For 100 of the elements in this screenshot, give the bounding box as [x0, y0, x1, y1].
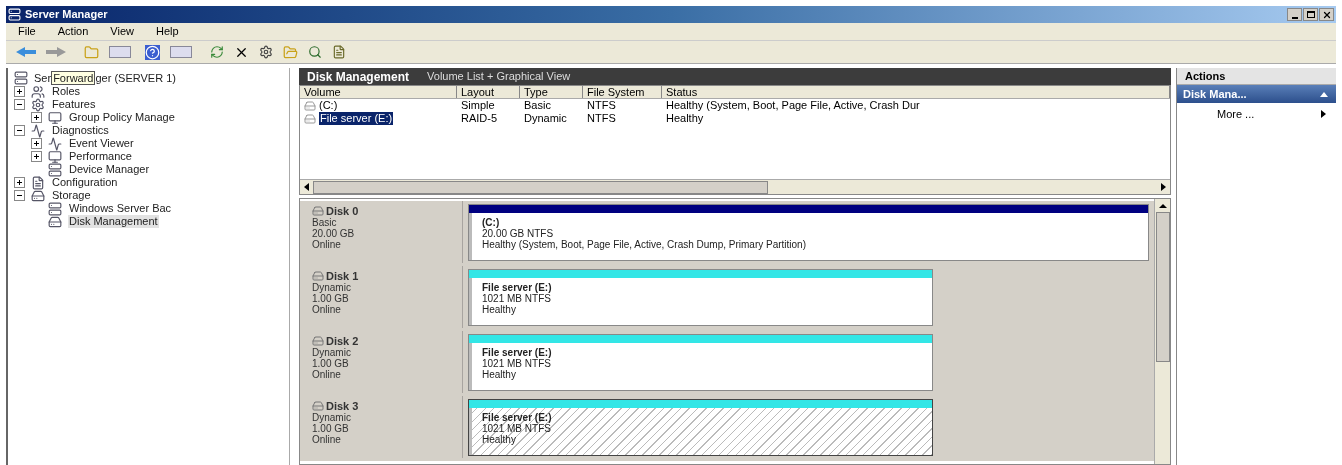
partition-block[interactable]: (C:) 20.00 GB NTFS Healthy (System, Boot, Page File, Active, Crash Dump, Primary Partition): [468, 204, 1149, 261]
partition-name: File server (E:): [482, 412, 553, 423]
disk-size: 20.00 GB: [312, 228, 356, 239]
disk-state: Online: [312, 304, 342, 315]
partition-block[interactable]: File server (E:) 1021 MB NTFS Healthy: [468, 399, 933, 456]
document-icon[interactable]: [332, 45, 346, 59]
actions-title: Actions: [1185, 68, 1226, 84]
column-header[interactable]: Layout: [457, 86, 520, 98]
table-cell: Simple: [461, 99, 495, 112]
expand-icon[interactable]: [31, 151, 42, 162]
tree-item[interactable]: Storage: [51, 189, 92, 202]
more-actions-item[interactable]: More ...: [1177, 105, 1336, 123]
partition-size: 20.00 GB NTFS: [482, 228, 555, 239]
partition-status: Healthy: [482, 369, 517, 380]
collapse-icon[interactable]: [14, 125, 25, 136]
collapse-icon[interactable]: [14, 99, 25, 110]
tree-item[interactable]: Event Viewer: [68, 137, 135, 150]
vertical-scrollbar[interactable]: [1154, 199, 1170, 464]
panel-subtitle: Volume List + Graphical View: [427, 69, 571, 85]
search-icon[interactable]: [308, 45, 322, 59]
actions-section-header[interactable]: Disk Mana...: [1177, 85, 1336, 103]
disk-name: Disk 1: [326, 270, 359, 282]
pane-icon[interactable]: [170, 46, 192, 58]
document-icon: [31, 175, 45, 190]
tree-item[interactable]: Diagnostics: [51, 124, 110, 137]
column-header[interactable]: Volume: [300, 86, 457, 98]
tooltip: Forward: [51, 71, 96, 85]
disk-name: Disk 2: [326, 335, 359, 347]
menu-item[interactable]: Action: [57, 23, 89, 40]
table-cell: Dynamic: [524, 112, 567, 125]
partition-name: (C:): [482, 217, 500, 228]
expand-icon[interactable]: [14, 86, 25, 97]
refresh-icon[interactable]: [210, 45, 224, 59]
server-icon: [8, 8, 21, 21]
submenu-arrow-icon: [1321, 110, 1326, 118]
partition-status: Healthy (System, Boot, Page File, Active, Crash Dump, Primary Partition): [482, 239, 807, 250]
disk-type: Dynamic: [312, 412, 352, 423]
table-cell[interactable]: File server (E:): [319, 112, 394, 125]
scroll-right-icon: [1161, 183, 1166, 191]
pane-icon[interactable]: [109, 46, 131, 58]
scroll-up-icon: [1158, 204, 1167, 208]
table-cell: Healthy (System, Boot, Page File, Active, Crash Dur: [666, 99, 920, 112]
expand-icon[interactable]: [31, 112, 42, 123]
column-header[interactable]: File System: [583, 86, 662, 98]
tree-item[interactable]: Performance: [68, 150, 133, 163]
gear-icon: [31, 97, 45, 112]
tree-item[interactable]: Roles: [51, 85, 82, 98]
partition-status: Healthy: [482, 434, 517, 445]
partition-block[interactable]: File server (E:) 1021 MB NTFS Healthy: [468, 269, 933, 326]
column-header[interactable]: Status: [662, 86, 1170, 98]
partition-block[interactable]: File server (E:) 1021 MB NTFS Healthy: [468, 334, 933, 391]
help-icon[interactable]: [145, 44, 160, 60]
menu-item[interactable]: File: [18, 23, 36, 40]
disk-size: 1.00 GB: [312, 423, 349, 434]
disk-size: 1.00 GB: [312, 293, 349, 304]
partition-size: 1021 MB NTFS: [482, 423, 552, 434]
disk-state: Online: [312, 434, 342, 445]
tree-item[interactable]: Features: [51, 98, 97, 111]
menu-item[interactable]: View: [110, 23, 134, 40]
menu-item[interactable]: Help: [155, 23, 179, 40]
collapse-icon[interactable]: [14, 190, 25, 201]
tree-item[interactable]: Windows Server Bac: [68, 202, 173, 215]
horizontal-scrollbar[interactable]: [300, 179, 1170, 194]
server-icon: [14, 71, 28, 85]
tree-item[interactable]: Group Policy Manage: [68, 111, 176, 124]
table-cell[interactable]: (C:): [319, 99, 338, 112]
properties-icon[interactable]: [259, 45, 273, 59]
partition-size: 1021 MB NTFS: [482, 293, 552, 304]
panel-title: Disk Management: [307, 68, 410, 86]
partition-status: Healthy: [482, 304, 517, 315]
volume-icon: [304, 112, 316, 125]
volume-icon: [304, 99, 316, 112]
disk-type: Dynamic: [312, 347, 352, 358]
tree-item[interactable]: Disk Management: [68, 215, 159, 228]
disk-type: Basic: [312, 217, 338, 228]
disk-name: Disk 0: [326, 205, 359, 217]
expand-icon[interactable]: [14, 177, 25, 188]
minimize-button[interactable]: [1287, 8, 1302, 21]
people-icon: [31, 84, 45, 99]
disk-type: Dynamic: [312, 282, 352, 293]
expand-icon[interactable]: [31, 138, 42, 149]
tree-item[interactable]: Configuration: [51, 176, 119, 189]
table-cell: NTFS: [587, 99, 616, 112]
tree-item[interactable]: Device Manager: [68, 163, 151, 176]
partition-name: File server (E:): [482, 282, 553, 293]
disk-size: 1.00 GB: [312, 358, 349, 369]
table-cell: Basic: [524, 99, 551, 112]
close-button[interactable]: [1319, 8, 1334, 21]
tree-item: Ser: [34, 70, 52, 86]
disk-state: Online: [312, 239, 342, 250]
table-cell: Healthy: [666, 112, 704, 125]
maximize-button[interactable]: [1303, 8, 1318, 21]
column-header[interactable]: Type: [520, 86, 583, 98]
activity-icon: [31, 123, 45, 138]
partition-size: 1021 MB NTFS: [482, 358, 552, 369]
table-cell: NTFS: [587, 112, 616, 125]
disk-state: Online: [312, 369, 342, 380]
window-title: Server Manager: [25, 7, 108, 23]
disk-name: Disk 3: [326, 400, 359, 412]
tree-item: ger (SERVER 1): [95, 70, 176, 86]
